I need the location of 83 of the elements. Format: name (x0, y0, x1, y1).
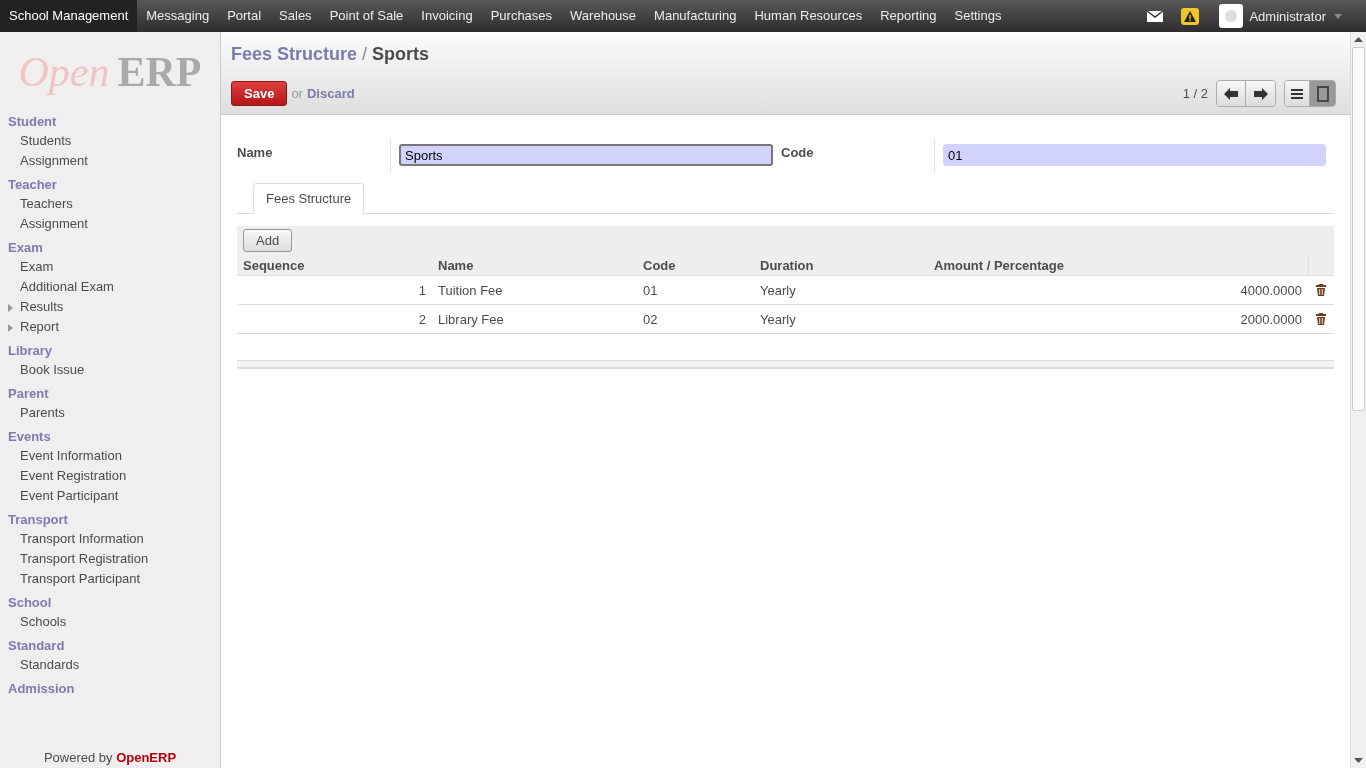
sidebar-item[interactable]: Event Participant (20, 488, 119, 503)
save-button[interactable]: Save (231, 81, 288, 106)
field-label: Code (781, 138, 935, 173)
column-header: Name (437, 257, 475, 273)
input-field[interactable]: 01 (943, 144, 1326, 166)
sidebar-item[interactable]: Students (20, 133, 72, 148)
breadcrumb-separator: / (362, 44, 368, 64)
or-text: or (291, 86, 303, 101)
menu-item[interactable]: Settings (945, 0, 1011, 32)
section-title: Events (8, 428, 52, 446)
sidebar-item[interactable]: Additional Exam (20, 279, 114, 294)
section-title: Student (8, 113, 58, 131)
previous-button[interactable] (1217, 81, 1246, 106)
sidebar-item[interactable]: Event Information (20, 448, 122, 463)
arrow-left-icon (1224, 87, 1238, 100)
field-label: Name (237, 138, 391, 173)
pager-text: 1 / 2 (1182, 86, 1208, 101)
sidebar-item[interactable]: Schools (20, 614, 67, 629)
trash-icon[interactable] (1316, 313, 1326, 325)
table-cell-text: 2 (417, 311, 427, 327)
sidebar-item[interactable]: Exam (20, 259, 54, 274)
section-title: Teacher (8, 176, 58, 194)
section-title: Admission (8, 680, 76, 698)
scrollbar[interactable] (1350, 32, 1366, 768)
arrow-right-icon (1253, 87, 1268, 100)
section-title: Standard (8, 637, 66, 655)
tab[interactable]: Fees Structure (253, 183, 365, 214)
menu-item[interactable]: Human Resources (745, 0, 872, 32)
user-name[interactable]: Administrator (1249, 8, 1326, 24)
section-title: School (8, 594, 53, 612)
menu-item[interactable]: Portal (218, 0, 271, 32)
next-button[interactable] (1246, 81, 1275, 106)
record-title: Sports (372, 44, 430, 64)
menu-item[interactable]: Reporting (871, 0, 946, 32)
table-cell-text: Tuition Fee (437, 282, 504, 298)
sidebar-item[interactable]: Assignment (20, 216, 88, 231)
section-title: Parent (8, 385, 50, 403)
sidebar-item[interactable]: Report (20, 319, 60, 334)
sidebar-item[interactable]: Transport Information (20, 531, 144, 546)
table-cell-text: 2000.0000 (1239, 311, 1303, 327)
table-cell-text: Yearly (759, 282, 797, 298)
section-title: Transport (8, 511, 69, 529)
table-cell-text: 02 (642, 311, 659, 327)
powered-by-text: Powered by OpenERP (42, 749, 178, 767)
menu-item[interactable]: Point of Sale (320, 0, 413, 32)
sidebar-item[interactable]: Assignment (20, 153, 88, 168)
section-title: Library (8, 342, 54, 360)
breadcrumb-link[interactable]: Fees Structure (231, 44, 358, 64)
avatar-icon[interactable] (1219, 4, 1244, 28)
sidebar-item[interactable]: Transport Participant (20, 571, 141, 586)
list-icon (1291, 88, 1303, 99)
menu-item[interactable]: Manufacturing (645, 0, 746, 32)
sidebar-item[interactable]: Results (20, 299, 64, 314)
add-button[interactable]: Add (243, 229, 293, 252)
column-header: Amount / Percentage (933, 257, 1066, 273)
sidebar-item[interactable]: Parents (20, 405, 65, 420)
table-cell-text: Yearly (759, 311, 797, 327)
menu-item[interactable]: Invoicing (412, 0, 482, 32)
sidebar-item[interactable]: Event Registration (20, 468, 127, 483)
form-icon (1316, 85, 1329, 102)
sidebar-item[interactable]: Transport Registration (20, 551, 149, 566)
list-view-button[interactable] (1285, 81, 1310, 106)
trash-icon[interactable] (1316, 284, 1326, 296)
column-header: Sequence (242, 257, 306, 273)
table-cell-text: Library Fee (437, 311, 505, 327)
column-header: Code (642, 257, 677, 273)
table-cell-text: 1 (417, 282, 427, 298)
sidebar-item[interactable]: Book Issue (20, 362, 85, 377)
menu-item[interactable]: Warehouse (561, 0, 646, 32)
sidebar-item[interactable]: Standards (20, 657, 80, 672)
section-title: Exam (8, 239, 44, 257)
table-cell-text: 4000.0000 (1239, 282, 1303, 298)
input-field[interactable]: Sports (399, 144, 773, 166)
menu-item[interactable]: Sales (270, 0, 321, 32)
menu-item[interactable]: Purchases (481, 0, 562, 32)
menu-item[interactable]: Messaging (137, 0, 219, 32)
menu-item[interactable]: School Management (0, 0, 138, 32)
column-header: Duration (759, 257, 815, 273)
sidebar-item[interactable]: Teachers (20, 196, 73, 211)
mail-icon[interactable] (1147, 10, 1164, 22)
table-cell-text: 01 (642, 282, 659, 298)
caret-icon[interactable] (1334, 13, 1342, 19)
warning-icon[interactable] (1181, 7, 1200, 25)
